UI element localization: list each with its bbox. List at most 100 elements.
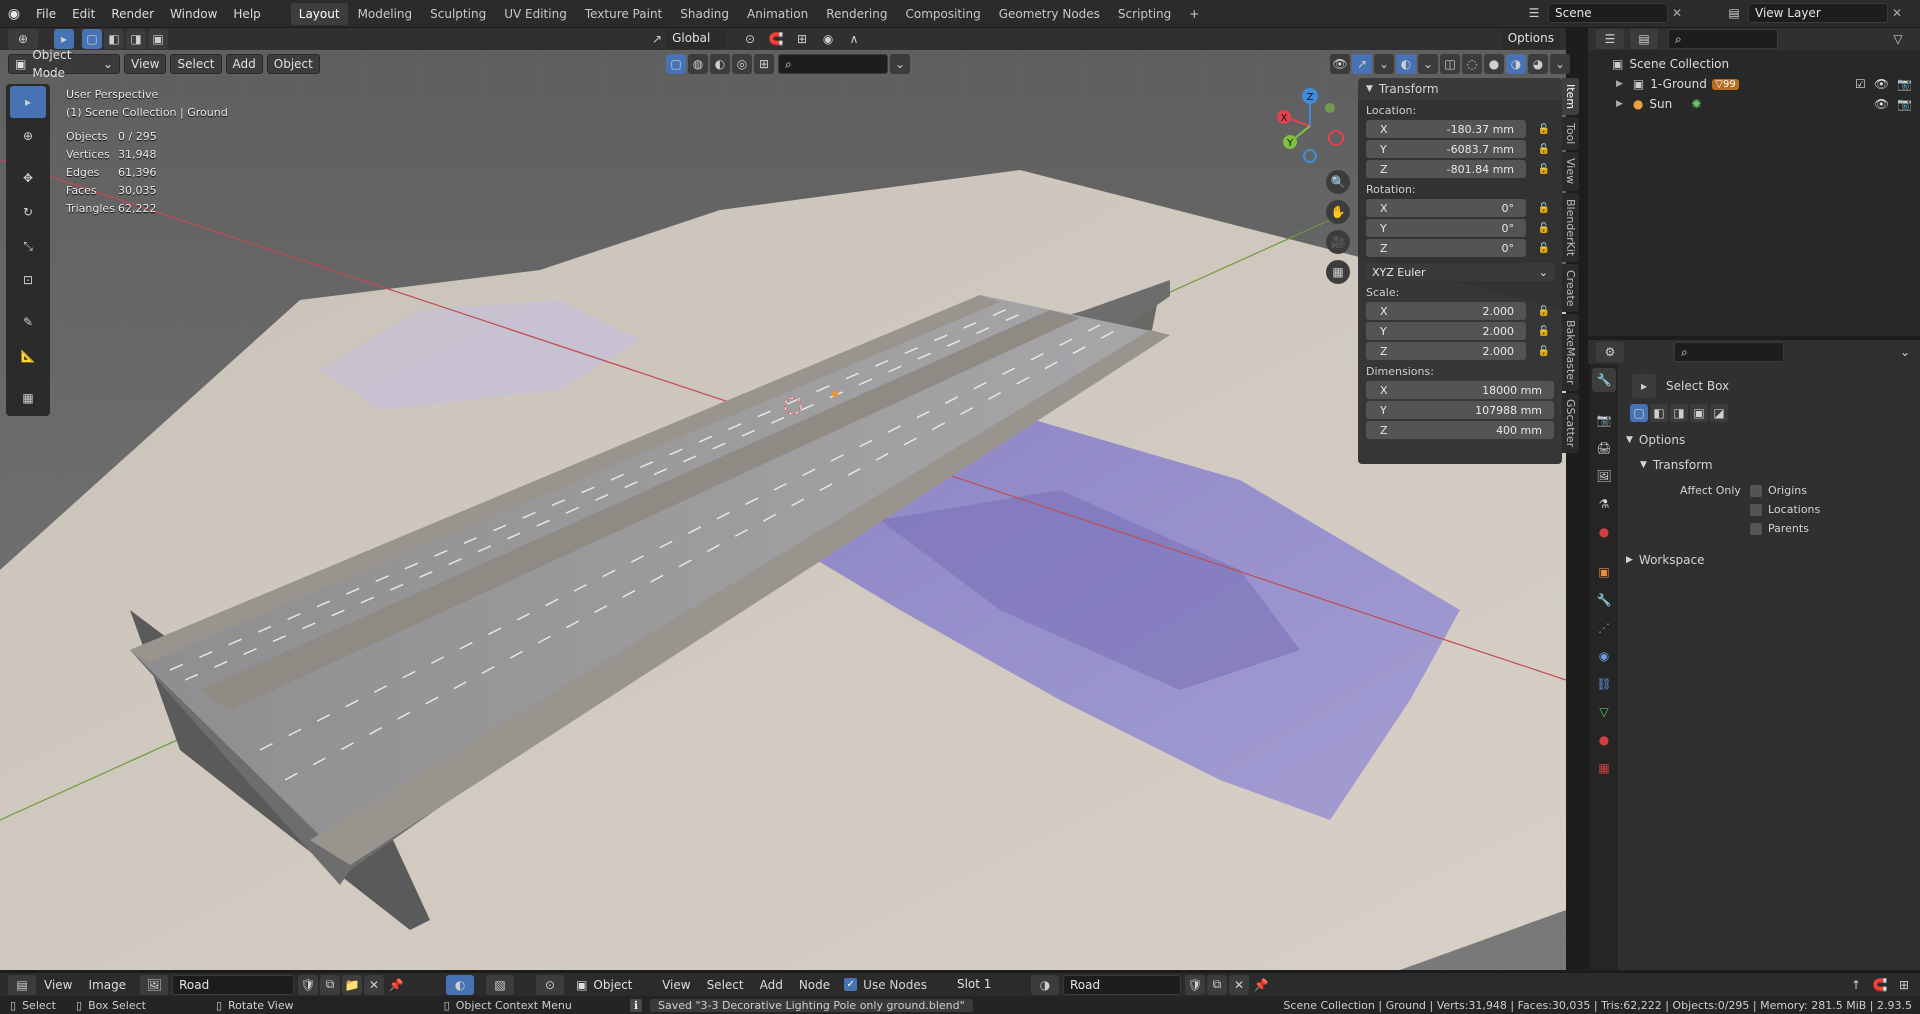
- pan-hand-icon[interactable]: ✋: [1326, 200, 1350, 224]
- transform-subpanel-header[interactable]: ▼ Transform: [1618, 448, 1920, 472]
- camera-filter-icon[interactable]: ◎: [732, 54, 752, 74]
- new-image-icon[interactable]: ⧉: [320, 974, 341, 995]
- chevron-down-icon[interactable]: ⌄: [1374, 54, 1394, 74]
- properties-search-input[interactable]: ⌕: [1674, 342, 1784, 362]
- unlink-icon[interactable]: ✕: [364, 974, 385, 995]
- constraints-properties-icon[interactable]: ⛓: [1592, 672, 1616, 696]
- falloff-icon[interactable]: ∧: [844, 29, 864, 49]
- lock-icon[interactable]: 🔓: [1536, 141, 1552, 157]
- menu-edit[interactable]: Edit: [64, 0, 103, 28]
- render-properties-icon[interactable]: 📷: [1592, 408, 1616, 432]
- parents-checkbox[interactable]: [1750, 522, 1762, 535]
- open-image-icon[interactable]: 📁: [342, 974, 363, 995]
- outliner-search-input[interactable]: ⌕: [1668, 29, 1778, 49]
- gizmo-toggle-icon[interactable]: ↗: [1352, 54, 1372, 74]
- dimensions-y-field[interactable]: Y 107988 mm: [1366, 401, 1554, 419]
- select-intersect-icon[interactable]: ▣: [1690, 404, 1708, 422]
- measure-tool-icon[interactable]: 📐: [10, 340, 46, 372]
- tab-scripting[interactable]: Scripting: [1110, 3, 1179, 25]
- scale-tool-icon[interactable]: ⤡: [10, 230, 46, 262]
- tab-rendering[interactable]: Rendering: [818, 3, 895, 25]
- origins-checkbox[interactable]: [1750, 484, 1762, 497]
- world-properties-icon[interactable]: ●: [1592, 520, 1616, 544]
- scale-x-field[interactable]: X 2.000: [1366, 302, 1526, 320]
- menu-window[interactable]: Window: [162, 0, 225, 28]
- solid-shading-icon[interactable]: ●: [1484, 54, 1504, 74]
- object-properties-icon[interactable]: ▣: [1592, 560, 1616, 584]
- transform-tool-icon[interactable]: ⊡: [10, 264, 46, 296]
- scale-z-field[interactable]: Z 2.000: [1366, 342, 1526, 360]
- display-channel-icon[interactable]: ▧: [486, 974, 515, 995]
- camera-icon[interactable]: 🎥: [1326, 230, 1350, 254]
- slot-dropdown[interactable]: Slot 1: [950, 974, 1023, 995]
- close-icon[interactable]: ✕: [1892, 6, 1902, 20]
- menu-select[interactable]: Select: [170, 54, 222, 74]
- material-properties-icon[interactable]: ●: [1592, 728, 1616, 752]
- sidebar-tab-item[interactable]: Item: [1562, 78, 1579, 116]
- rotation-mode-dropdown[interactable]: XYZ Euler ⌄: [1366, 263, 1554, 281]
- menu-node-view[interactable]: View: [654, 974, 698, 996]
- rotate-tool-icon[interactable]: ↻: [10, 196, 46, 228]
- blender-logo-icon[interactable]: ◉: [0, 6, 28, 22]
- checkbox-icon[interactable]: ☑: [1855, 77, 1866, 91]
- menu-object[interactable]: Object: [266, 54, 320, 74]
- scene-field[interactable]: Scene: [1548, 3, 1668, 23]
- rotation-z-field[interactable]: Z 0°: [1366, 239, 1526, 257]
- menu-image-view[interactable]: View: [36, 974, 80, 996]
- menu-help[interactable]: Help: [225, 0, 268, 28]
- node-snap-target-icon[interactable]: ⊞: [1894, 975, 1914, 995]
- rendered-shading-icon[interactable]: ◕: [1528, 54, 1548, 74]
- select-invert-icon[interactable]: ◪: [1710, 404, 1728, 422]
- select-extend-icon[interactable]: ◧: [104, 29, 124, 49]
- menu-node[interactable]: Node: [791, 974, 838, 996]
- view-layer-properties-icon[interactable]: 🖼: [1592, 464, 1616, 488]
- texture-properties-icon[interactable]: ▦: [1592, 756, 1616, 780]
- sidebar-tab-view[interactable]: View: [1562, 152, 1579, 191]
- menu-file[interactable]: File: [28, 0, 64, 28]
- lock-icon[interactable]: 🔓: [1536, 220, 1552, 236]
- sidebar-tab-bakemaster[interactable]: BakeMaster: [1562, 314, 1579, 391]
- viewport-search-input[interactable]: ⌕: [778, 54, 888, 74]
- overlay-icon[interactable]: ◐: [446, 974, 475, 995]
- tab-texture-paint[interactable]: Texture Paint: [577, 3, 670, 25]
- lock-icon[interactable]: 🔓: [1536, 323, 1552, 339]
- select-subtract-icon[interactable]: ◨: [1670, 404, 1688, 422]
- location-z-field[interactable]: Z -801.84 mm: [1366, 160, 1526, 178]
- select-subtract-icon[interactable]: ◨: [126, 29, 146, 49]
- view-layer-icon[interactable]: ▤: [1724, 3, 1744, 23]
- sidebar-tab-blenderkit[interactable]: BlenderKit: [1562, 192, 1579, 262]
- unlink-icon[interactable]: ✕: [1228, 974, 1249, 995]
- menu-node-add[interactable]: Add: [752, 974, 791, 996]
- pin-icon[interactable]: 📌: [386, 975, 406, 995]
- orientation-dropdown[interactable]: Global: [666, 29, 727, 49]
- view-layer-field[interactable]: View Layer: [1748, 3, 1888, 23]
- lock-icon[interactable]: 🔓: [1536, 121, 1552, 137]
- menu-render[interactable]: Render: [103, 0, 162, 28]
- outliner-item-sun[interactable]: ▶ ● Sun ✺ 👁 📷: [1588, 94, 1920, 114]
- chevron-down-icon[interactable]: ⌄: [890, 54, 910, 74]
- tab-compositing[interactable]: Compositing: [897, 3, 988, 25]
- editor-type-icon[interactable]: ⚙: [1596, 342, 1624, 362]
- overlay-toggle-icon[interactable]: ◐: [1396, 54, 1416, 74]
- lock-icon[interactable]: 🔓: [1536, 161, 1552, 177]
- select-filter-icon[interactable]: ▢: [666, 54, 686, 74]
- sidebar-tab-tool[interactable]: Tool: [1562, 117, 1579, 151]
- tool-properties-icon[interactable]: 🔧: [1592, 368, 1616, 392]
- scene-icon[interactable]: ☰: [1524, 3, 1544, 23]
- sidebar-tab-gscatter[interactable]: GScatter: [1562, 392, 1579, 454]
- chevron-down-icon[interactable]: ⌄: [1550, 54, 1570, 74]
- menu-add[interactable]: Add: [225, 54, 263, 74]
- scene-properties-icon[interactable]: ⚗: [1592, 492, 1616, 516]
- image-editor-type-icon[interactable]: ▤: [8, 974, 36, 995]
- locations-checkbox[interactable]: [1750, 503, 1762, 516]
- location-y-field[interactable]: Y -6083.7 mm: [1366, 140, 1526, 158]
- rotation-y-field[interactable]: Y 0°: [1366, 219, 1526, 237]
- use-nodes-toggle[interactable]: ✓ Use Nodes: [844, 978, 927, 992]
- empty-filter-icon[interactable]: ⊞: [754, 54, 774, 74]
- dimensions-z-field[interactable]: Z 400 mm: [1366, 421, 1554, 439]
- wireframe-shading-icon[interactable]: ◌: [1462, 54, 1482, 74]
- sidebar-tab-create[interactable]: Create: [1562, 263, 1579, 313]
- modifier-properties-icon[interactable]: 🔧: [1592, 588, 1616, 612]
- pivot-icon[interactable]: ⊙: [740, 29, 760, 49]
- close-icon[interactable]: ✕: [1672, 6, 1682, 20]
